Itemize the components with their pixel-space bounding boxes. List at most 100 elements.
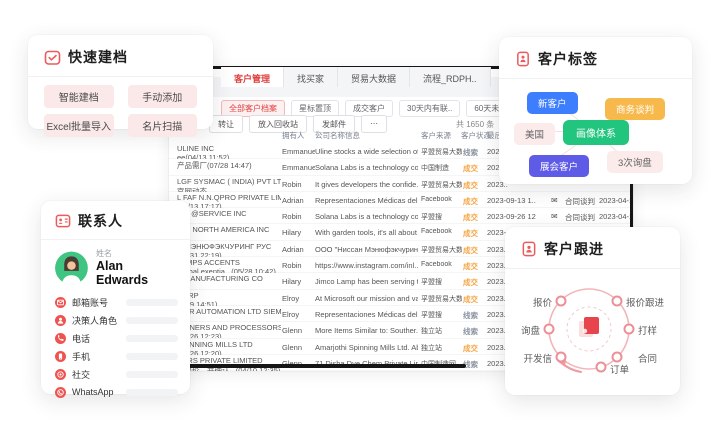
field-label: 邮箱账号 (72, 296, 108, 309)
company-link[interactable]: L FAF N.N.QPRO PRIVATE LIMITED (177, 193, 281, 202)
company-link[interactable]: LGF SYSMAC ( INDIA) PVT LTD (177, 177, 281, 186)
filter-chip-30d[interactable]: 30天内有联.. (399, 100, 460, 117)
total-count: 共 1650 条 (456, 119, 494, 130)
customer-tag[interactable]: 展会客户 (529, 155, 589, 177)
company-link[interactable]: IGN NORTH AMERICA INC (177, 225, 281, 234)
customer-tag[interactable]: 商务谈判 (605, 98, 665, 120)
status-badge: 成交 (463, 277, 487, 288)
smart-create-button[interactable]: 智能建档 (44, 85, 114, 108)
owner-cell: Elroy (282, 310, 315, 319)
description-cell: Solana Labs is a technology co... (315, 212, 418, 221)
company-link[interactable]: IES @SERVICE INC (177, 209, 281, 218)
status-badge: 线索 (463, 359, 487, 370)
tab-trade-data[interactable]: 贸易大数据 (338, 67, 410, 87)
field-placeholder (126, 335, 178, 342)
followup-flow-diagram: 报价 报价跟进 询盘 打样 开发信 合同 订单 (505, 271, 680, 389)
owner-cell: Elroy (282, 294, 315, 303)
company-link[interactable]: WER AUTOMATION LTD SIEME (177, 307, 281, 316)
source-cell: 独立站 (421, 326, 462, 336)
horizontal-scrollbar[interactable] (187, 364, 466, 368)
field-placeholder (126, 389, 178, 396)
mail-icon[interactable]: ✉ (551, 196, 562, 205)
owner-cell: Adrian (282, 245, 315, 254)
tab-find-buyers[interactable]: 找买家 (284, 67, 338, 87)
email-icon (55, 297, 66, 308)
description-cell: https://www.instagram.com/inl... (315, 261, 418, 270)
card-scan-button[interactable]: 名片扫描 (128, 114, 198, 137)
contact-field-whatsapp: WhatsApp (41, 384, 190, 400)
customer-tag[interactable]: 美国 (514, 123, 555, 145)
contact-name: Alan Edwards (96, 259, 176, 287)
field-placeholder (126, 353, 178, 360)
stage-cell: 合同谈判 (565, 196, 599, 207)
description-cell: It gives developers the confide... (315, 180, 418, 189)
company-subtext: (10/26 12:23) (177, 332, 281, 338)
owner-cell: Robin (282, 212, 315, 221)
contact-field-mobile: 手机 (41, 348, 190, 366)
customer-tag[interactable]: 新客户 (527, 92, 578, 114)
manual-add-button[interactable]: 手动添加 (128, 85, 198, 108)
contact-field-email: 邮箱账号 (41, 293, 190, 311)
owner-cell: Robin (282, 180, 315, 189)
field-label: WhatsApp (72, 387, 114, 397)
company-link[interactable]: LAMPS ACCENTS (177, 258, 281, 267)
flow-step-order: 订单 (610, 362, 629, 376)
tag-cloud: 新客户 商务谈判 美国 画像体系 展会客户 3次询盘 (499, 79, 692, 179)
field-label: 社交 (72, 368, 90, 381)
owner-cell: Glenn (282, 343, 315, 352)
company-cell: CORP (5/19 14:51) (177, 291, 281, 306)
owner-cell: Emmanuel (282, 163, 315, 172)
phone-icon (55, 333, 66, 344)
field-label: 电话 (72, 332, 90, 345)
header-owner[interactable]: 拥有人 (282, 130, 305, 141)
stage-cell: 合同谈判 (565, 212, 599, 223)
source-cell: Facebook (421, 261, 462, 268)
customer-followup-title: 客户跟进 (544, 239, 604, 259)
company-subtext: 官网动态 (177, 186, 281, 192)
company-subtext: (10/26 12:20) (177, 349, 281, 355)
contact-field-social: 社交 (41, 366, 190, 384)
company-link[interactable]: ULINE INC (177, 144, 281, 153)
table-row[interactable]: L FAF N.N.QPRO PRIVATE LIMITED (04/13 17… (169, 192, 631, 208)
field-label: 决策人角色 (72, 314, 117, 327)
flow-step-quote: 报价 (519, 295, 552, 309)
company-cell: Н МЭНЮФЭКЧУРИНГ РУС (03/31 22:19) (177, 242, 281, 257)
flow-step-sample: 打样 (638, 323, 657, 337)
customer-tag[interactable]: 3次询盘 (607, 151, 663, 173)
stage-date-cell: 2023-04-14 16:.. (599, 212, 631, 221)
avatar (55, 251, 88, 285)
company-cell: WER AUTOMATION LTD SIEME (177, 307, 281, 322)
field-placeholder (126, 299, 178, 306)
tab-process[interactable]: 流程_RDPH.. (410, 67, 491, 87)
tab-customer-management[interactable]: 客户管理 (221, 67, 284, 87)
description-cell: With garden tools, it's all about ... (315, 228, 418, 237)
status-badge: 成交 (463, 228, 487, 239)
company-link[interactable]: PINNERS AND PROCESSORS (177, 323, 281, 332)
company-subtext: Global exentia.. (05/28 10:42) (177, 267, 281, 273)
source-cell: 孚盟贸易大数据 (421, 147, 462, 157)
customer-tag[interactable]: 画像体系 (563, 120, 629, 145)
table-row[interactable]: IES @SERVICE INC Robin Solana Labs is a … (169, 208, 631, 224)
status-badge: 成交 (463, 180, 487, 191)
header-company-info-label: 公司名称信息 (315, 130, 360, 141)
company-link[interactable]: CORP (177, 291, 281, 300)
company-link[interactable]: Н МЭНЮФЭКЧУРИНГ РУС (177, 242, 281, 251)
owner-cell: Emmanuel (282, 147, 315, 156)
contact-field-role: 决策人角色 (41, 311, 190, 329)
field-label: 手机 (72, 350, 90, 363)
company-link[interactable]: & MANUFACTURING CO (177, 274, 281, 283)
status-badge: 成交 (463, 245, 487, 256)
status-badge: 线索 (463, 326, 487, 337)
id-badge-icon (515, 51, 531, 67)
description-cell: At Microsoft our mission and va... (315, 294, 418, 303)
description-cell: Jimco Lamp has been serving t... (315, 277, 418, 286)
description-cell: Representaciones Médicas del ... (315, 310, 418, 319)
excel-import-button[interactable]: Excel批量导入 (44, 114, 114, 137)
customer-tags-card: 客户标签 新客户 商务谈判 美国 画像体系 展会客户 3次询盘 (499, 37, 692, 184)
person-icon (55, 315, 66, 326)
mail-icon[interactable]: ✉ (551, 212, 562, 221)
header-source[interactable]: 客户来源 (421, 130, 451, 141)
sort-icon[interactable]: ⇅ (315, 130, 321, 138)
company-link[interactable]: SPINNING MILLS LTD (177, 340, 281, 349)
status-badge: 成交 (463, 163, 487, 174)
